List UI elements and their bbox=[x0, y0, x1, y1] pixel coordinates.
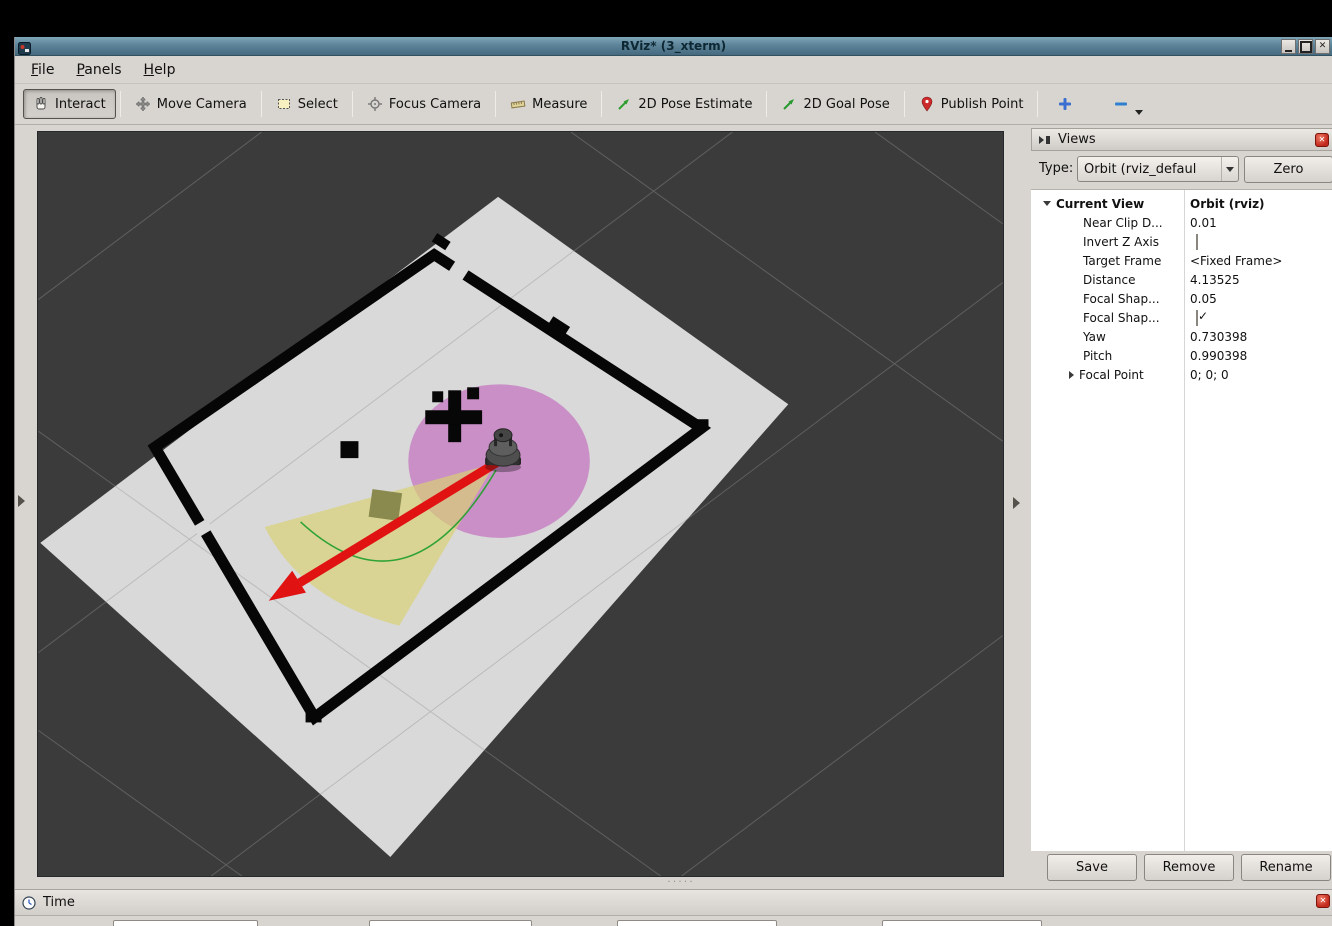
property-row-focal-shape-fixed[interactable]: Focal Shap... bbox=[1031, 308, 1332, 327]
horizontal-splitter-handle[interactable] bbox=[651, 877, 711, 887]
property-row-distance[interactable]: Distance 4.13525 bbox=[1031, 270, 1332, 289]
views-panel-header[interactable]: Views bbox=[1031, 128, 1332, 151]
views-panel-title: Views bbox=[1058, 132, 1096, 147]
toolbar-label: 2D Pose Estimate bbox=[638, 97, 752, 112]
toolbar-label: Focus Camera bbox=[389, 97, 481, 112]
desktop: { "window": { "title": "RViz* (3_xterm)"… bbox=[0, 0, 1332, 926]
save-button[interactable]: Save bbox=[1047, 854, 1137, 881]
viewport[interactable] bbox=[37, 131, 1004, 877]
expander-right-icon[interactable] bbox=[1069, 371, 1074, 379]
menu-help[interactable]: Help bbox=[136, 59, 184, 81]
time-close-icon[interactable] bbox=[1316, 894, 1330, 908]
property-row-focal-point[interactable]: Focal Point 0; 0; 0 bbox=[1031, 365, 1332, 384]
pose-estimate-arrow-icon bbox=[616, 96, 632, 112]
toolbar-button-2d-goal-pose[interactable]: 2D Goal Pose bbox=[771, 89, 899, 119]
views-panel: Views Type: Orbit (rviz_defaul Zero Curr… bbox=[1031, 128, 1332, 884]
expander-down-icon[interactable] bbox=[1043, 201, 1051, 206]
obstacle-khaki bbox=[369, 489, 403, 521]
toolbar-label: Interact bbox=[55, 97, 106, 112]
time-field[interactable] bbox=[369, 920, 532, 926]
property-row-focal-shape-size[interactable]: Focal Shap... 0.05 bbox=[1031, 289, 1332, 308]
toolbar-button-move-camera[interactable]: Move Camera bbox=[125, 89, 257, 119]
view-type-combobox[interactable]: Orbit (rviz_defaul bbox=[1077, 156, 1239, 182]
time-field[interactable] bbox=[617, 920, 777, 926]
3d-scene bbox=[38, 132, 1003, 876]
tool-dropdown-caret-icon[interactable] bbox=[1135, 110, 1143, 115]
toolbar-button-2d-pose-estimate[interactable]: 2D Pose Estimate bbox=[606, 89, 762, 119]
property-row-yaw[interactable]: Yaw 0.730398 bbox=[1031, 327, 1332, 346]
toolbar-button-focus-camera[interactable]: Focus Camera bbox=[357, 89, 491, 119]
time-field[interactable] bbox=[113, 920, 258, 926]
toolbar-separator bbox=[352, 91, 353, 117]
ruler-icon bbox=[510, 96, 526, 112]
toolbar-button-select[interactable]: Select bbox=[266, 89, 348, 119]
views-close-icon[interactable] bbox=[1315, 133, 1329, 147]
toolbar-label: Move Camera bbox=[157, 97, 247, 112]
views-panel-icon bbox=[1037, 132, 1053, 148]
property-row-pitch[interactable]: Pitch 0.990398 bbox=[1031, 346, 1332, 365]
menubar: File Panels Help bbox=[15, 56, 1332, 83]
obstacle-block bbox=[340, 441, 358, 458]
property-row-current-view[interactable]: Current View Orbit (rviz) bbox=[1031, 194, 1332, 213]
toolbar: Interact Move Camera Select bbox=[15, 83, 1332, 125]
remove-button[interactable]: Remove bbox=[1144, 854, 1234, 881]
titlebar[interactable]: RViz* (3_xterm) bbox=[15, 37, 1332, 56]
menu-file[interactable]: File bbox=[23, 59, 62, 81]
view-type-row: Type: Orbit (rviz_defaul Zero bbox=[1031, 154, 1332, 184]
toolbar-separator bbox=[904, 91, 905, 117]
toolbar-separator bbox=[261, 91, 262, 117]
zero-button[interactable]: Zero bbox=[1244, 156, 1332, 183]
close-icon[interactable] bbox=[1315, 39, 1330, 54]
add-tool-button[interactable] bbox=[1050, 89, 1080, 119]
select-box-icon bbox=[276, 96, 292, 112]
views-panel-collapse-handle[interactable] bbox=[1013, 497, 1020, 509]
toolbar-separator bbox=[120, 91, 121, 117]
toolbar-separator bbox=[766, 91, 767, 117]
goal-pose-arrow-icon bbox=[781, 96, 797, 112]
view-type-value: Orbit (rviz_defaul bbox=[1084, 162, 1196, 177]
toolbar-label: 2D Goal Pose bbox=[803, 97, 889, 112]
views-buttons: Save Remove Rename bbox=[1047, 854, 1331, 881]
toolbar-label: Select bbox=[298, 97, 338, 112]
focal-shape-checkbox[interactable] bbox=[1196, 310, 1198, 326]
maximize-icon[interactable] bbox=[1298, 39, 1313, 54]
chevron-down-icon bbox=[1226, 167, 1234, 172]
combobox-arrow[interactable] bbox=[1221, 157, 1238, 181]
time-field[interactable] bbox=[882, 920, 1042, 926]
remove-tool-button[interactable] bbox=[1106, 89, 1136, 119]
time-panel-title: Time bbox=[43, 895, 75, 910]
menu-panels[interactable]: Panels bbox=[68, 59, 129, 81]
window-title: RViz* (3_xterm) bbox=[15, 39, 1332, 53]
toolbar-label: Publish Point bbox=[941, 97, 1024, 112]
minimize-icon[interactable] bbox=[1281, 39, 1296, 54]
rename-button[interactable]: Rename bbox=[1241, 854, 1331, 881]
publish-point-pin-icon bbox=[919, 96, 935, 112]
invert-z-checkbox[interactable] bbox=[1196, 234, 1198, 250]
toolbar-separator bbox=[495, 91, 496, 117]
hand-icon bbox=[33, 96, 49, 112]
toolbar-button-interact[interactable]: Interact bbox=[23, 89, 116, 119]
type-label: Type: bbox=[1039, 161, 1073, 176]
property-row-near-clip[interactable]: Near Clip D... 0.01 bbox=[1031, 213, 1332, 232]
focus-crosshair-icon bbox=[367, 96, 383, 112]
remove-tool-icon bbox=[1113, 96, 1129, 112]
property-row-target-frame[interactable]: Target Frame <Fixed Frame> bbox=[1031, 251, 1332, 270]
clock-icon bbox=[21, 895, 37, 911]
left-panel-collapse-handle[interactable] bbox=[18, 495, 25, 507]
rviz-window: RViz* (3_xterm) File Panels Help bbox=[14, 37, 1332, 926]
time-panel-header[interactable]: Time bbox=[15, 889, 1332, 916]
toolbar-separator bbox=[1037, 91, 1038, 117]
toolbar-button-measure[interactable]: Measure bbox=[500, 89, 597, 119]
property-row-invert-z[interactable]: Invert Z Axis bbox=[1031, 232, 1332, 251]
toolbar-separator bbox=[601, 91, 602, 117]
add-tool-icon bbox=[1057, 96, 1073, 112]
view-property-grid: Current View Orbit (rviz) Near Clip D...… bbox=[1031, 189, 1332, 851]
move-camera-icon bbox=[135, 96, 151, 112]
grid-column-divider[interactable] bbox=[1184, 190, 1185, 851]
toolbar-label: Measure bbox=[532, 97, 587, 112]
toolbar-button-publish-point[interactable]: Publish Point bbox=[909, 89, 1034, 119]
